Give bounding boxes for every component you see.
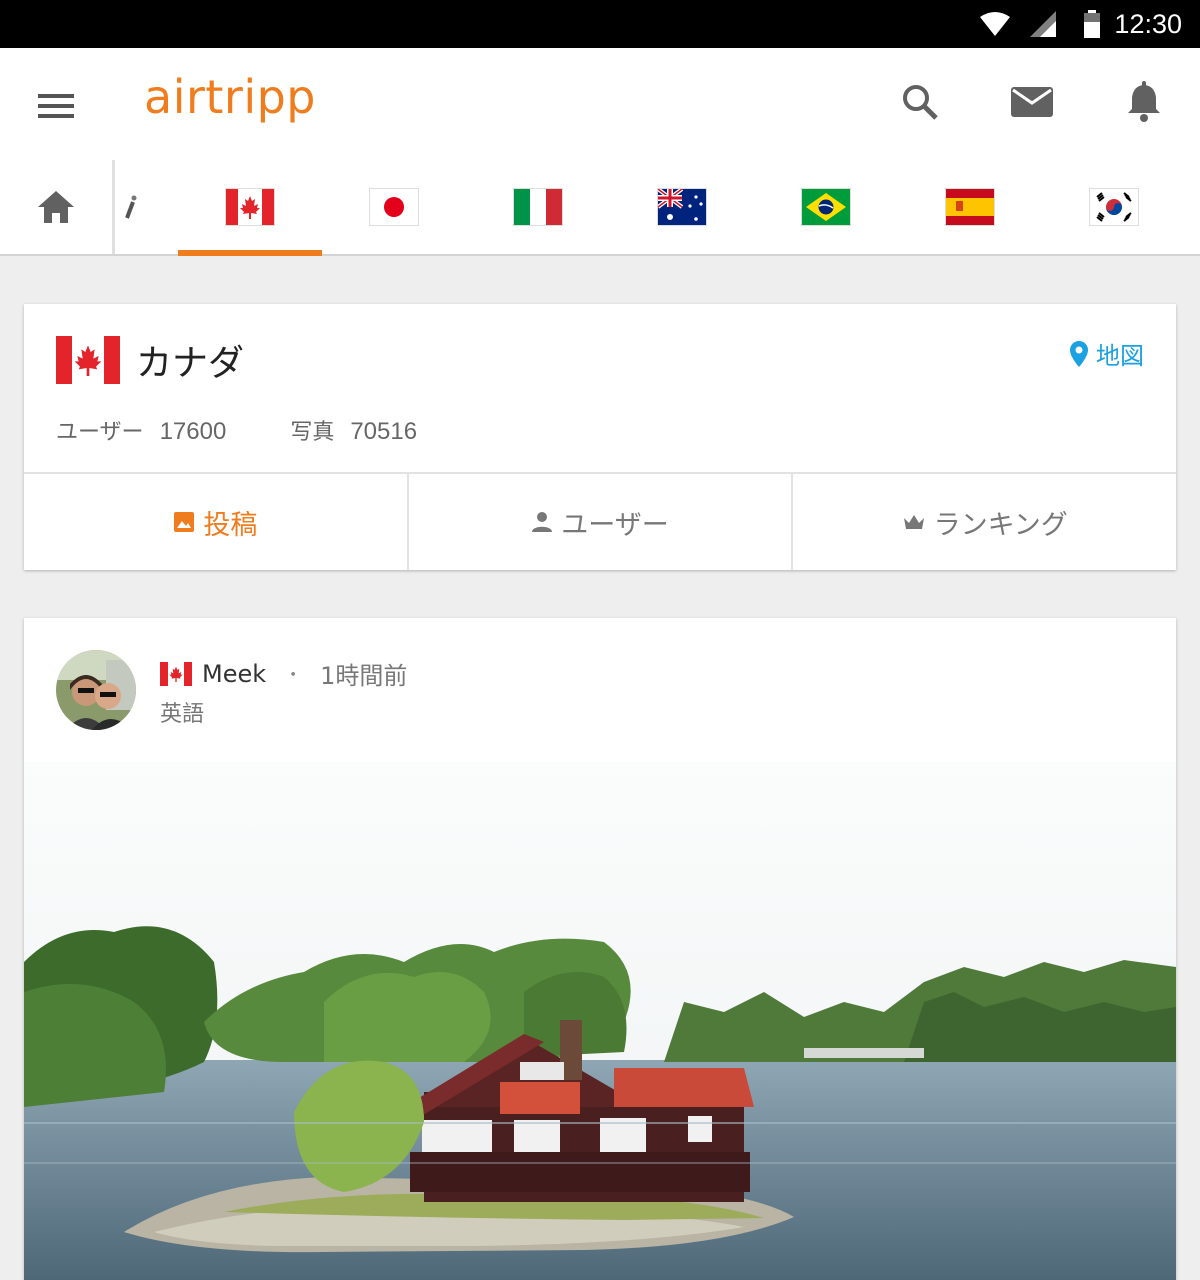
post-author[interactable]: Meek xyxy=(202,660,266,688)
app-bar: airtripp xyxy=(0,48,1200,256)
australia-flag-icon xyxy=(658,189,706,225)
tab-users[interactable]: ユーザー xyxy=(409,474,794,570)
tab-users-label: ユーザー xyxy=(561,509,669,541)
mail-icon xyxy=(1011,87,1053,117)
country-card: カナダ 地図 ユーザー 17600 写真 70516 投稿 ユーザー ランキング xyxy=(24,304,1176,570)
location-pin-icon xyxy=(1070,340,1088,367)
status-bar: 12:30 xyxy=(0,0,1200,48)
tab-partial-flag[interactable] xyxy=(115,160,145,254)
search-icon xyxy=(903,85,938,120)
photos-label: 写真 xyxy=(290,420,335,445)
signal-icon xyxy=(1030,0,1056,48)
photos-count: 70516 xyxy=(350,418,418,445)
map-label: 地図 xyxy=(1096,342,1144,370)
partial-flag-icon xyxy=(125,195,137,219)
post-time: 1時間前 xyxy=(320,662,408,690)
meta-separator: ・ xyxy=(284,664,303,686)
tab-ranking-label: ランキング xyxy=(933,509,1068,541)
app-logo: airtripp xyxy=(144,70,317,124)
post-photo[interactable] xyxy=(24,762,1176,1280)
hamburger-icon xyxy=(38,94,74,98)
tab-australia[interactable] xyxy=(610,160,754,254)
post-meta: Meek ・ 1時間前 xyxy=(160,656,407,691)
menu-button[interactable] xyxy=(36,88,76,120)
tab-home[interactable] xyxy=(0,160,112,254)
hamburger-icon-line xyxy=(38,104,74,108)
post-card: Meek ・ 1時間前 英語 xyxy=(24,618,1176,1280)
canada-flag-icon xyxy=(226,189,274,225)
tab-italy[interactable] xyxy=(466,160,610,254)
home-icon xyxy=(38,191,74,223)
mail-button[interactable] xyxy=(1008,78,1056,126)
tab-canada[interactable] xyxy=(178,160,322,256)
person-icon xyxy=(532,512,553,532)
canada-flag-icon xyxy=(56,336,120,384)
crown-icon xyxy=(903,515,924,529)
map-link[interactable]: 地図 xyxy=(1070,336,1144,371)
country-stats: ユーザー 17600 写真 70516 xyxy=(56,414,481,446)
bell-icon xyxy=(1128,81,1160,122)
italy-flag-icon xyxy=(514,189,562,225)
photos-stat: 写真 70516 xyxy=(290,414,417,446)
tab-south-korea[interactable] xyxy=(1042,160,1186,254)
hamburger-icon-line xyxy=(38,114,74,118)
users-stat: ユーザー 17600 xyxy=(56,414,226,446)
clock: 12:30 xyxy=(1114,9,1182,39)
country-name: カナダ xyxy=(136,343,245,384)
spain-flag-icon xyxy=(946,189,994,225)
avatar[interactable] xyxy=(56,650,136,730)
japan-flag-icon xyxy=(370,189,418,225)
users-count: 17600 xyxy=(159,418,227,445)
tab-brazil[interactable] xyxy=(754,160,898,254)
post-language: 英語 xyxy=(160,702,205,727)
search-button[interactable] xyxy=(896,78,944,126)
tab-ranking[interactable]: ランキング xyxy=(793,474,1176,570)
south-korea-flag-icon xyxy=(1090,189,1138,225)
wifi-icon xyxy=(980,0,1010,48)
battery-icon xyxy=(1083,0,1101,48)
country-content-tabs: 投稿 ユーザー ランキング xyxy=(24,472,1176,570)
canada-flag-icon xyxy=(160,661,192,686)
tab-japan[interactable] xyxy=(322,160,466,254)
brazil-flag-icon xyxy=(802,189,850,225)
country-tabs xyxy=(0,160,1200,256)
users-label: ユーザー xyxy=(56,420,144,445)
tab-spain[interactable] xyxy=(898,160,1042,254)
image-icon xyxy=(174,512,195,532)
tab-posts-label: 投稿 xyxy=(203,509,258,541)
tab-posts[interactable]: 投稿 xyxy=(24,474,409,570)
notifications-button[interactable] xyxy=(1120,78,1168,126)
